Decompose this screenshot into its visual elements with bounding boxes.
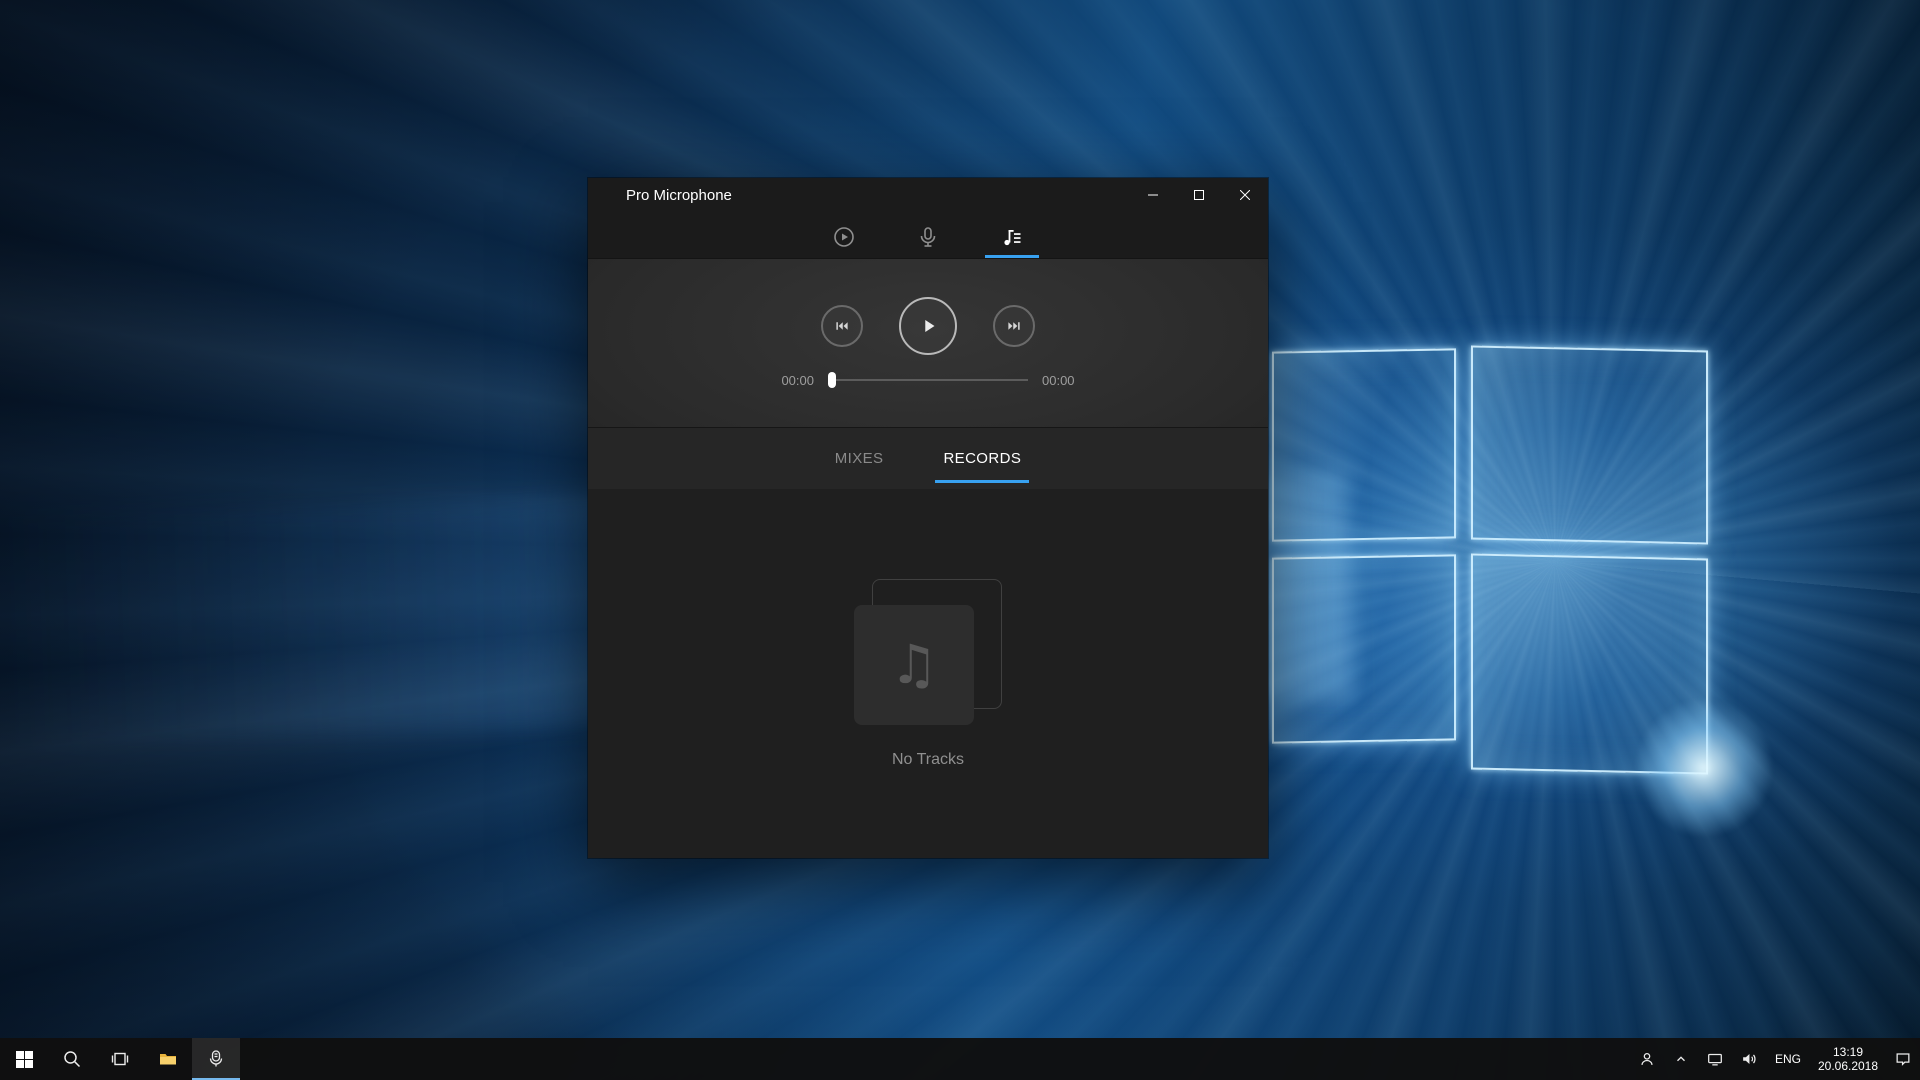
taskbar-left bbox=[0, 1038, 240, 1080]
close-icon bbox=[1240, 190, 1250, 200]
window-controls bbox=[1130, 178, 1268, 212]
pro-microphone-app-icon bbox=[206, 1049, 226, 1069]
show-hidden-icons-button[interactable] bbox=[1664, 1038, 1698, 1080]
music-list-icon bbox=[1000, 225, 1024, 249]
play-icon bbox=[915, 313, 941, 339]
tab-tracks[interactable] bbox=[984, 216, 1040, 258]
minimize-button[interactable] bbox=[1130, 178, 1176, 212]
titlebar[interactable]: Pro Microphone bbox=[588, 178, 1268, 212]
window-title: Pro Microphone bbox=[588, 187, 732, 204]
previous-track-button[interactable] bbox=[821, 305, 863, 347]
pro-microphone-window: Pro Microphone bbox=[588, 178, 1268, 858]
file-explorer-button[interactable] bbox=[144, 1038, 192, 1080]
network-button[interactable] bbox=[1698, 1038, 1732, 1080]
transport-controls bbox=[821, 297, 1035, 355]
start-button[interactable] bbox=[0, 1038, 48, 1080]
volume-button[interactable] bbox=[1732, 1038, 1766, 1080]
search-button[interactable] bbox=[48, 1038, 96, 1080]
progress-row: 00:00 00:00 bbox=[781, 371, 1074, 389]
app-nav bbox=[588, 212, 1268, 258]
remaining-time-label: 00:00 bbox=[1042, 373, 1075, 388]
chevron-up-icon bbox=[1674, 1052, 1688, 1066]
play-button[interactable] bbox=[899, 297, 957, 355]
people-button[interactable] bbox=[1630, 1038, 1664, 1080]
seek-thumb[interactable] bbox=[828, 372, 836, 388]
empty-state-art: ♫ bbox=[854, 579, 1002, 725]
language-indicator[interactable]: ENG bbox=[1766, 1038, 1810, 1080]
play-circle-icon bbox=[832, 225, 856, 249]
seek-slider[interactable] bbox=[828, 371, 1028, 389]
clock[interactable]: 13:19 20.06.2018 bbox=[1810, 1038, 1886, 1080]
records-content: ♫ No Tracks bbox=[588, 489, 1268, 858]
people-icon bbox=[1638, 1050, 1656, 1068]
next-track-button[interactable] bbox=[993, 305, 1035, 347]
tab-microphone[interactable] bbox=[900, 216, 956, 258]
task-view-button[interactable] bbox=[96, 1038, 144, 1080]
taskbar: ENG 13:19 20.06.2018 bbox=[0, 1038, 1920, 1080]
desktop: Pro Microphone bbox=[0, 0, 1920, 1080]
speaker-icon bbox=[1740, 1050, 1758, 1068]
next-track-icon bbox=[1005, 317, 1023, 335]
minimize-icon bbox=[1148, 190, 1158, 200]
action-center-button[interactable] bbox=[1886, 1038, 1920, 1080]
windows-start-icon bbox=[16, 1051, 33, 1068]
time-label: 13:19 bbox=[1833, 1045, 1863, 1059]
maximize-icon bbox=[1194, 190, 1204, 200]
player-panel: 00:00 00:00 bbox=[588, 258, 1268, 427]
network-icon bbox=[1706, 1050, 1724, 1068]
search-icon bbox=[62, 1049, 82, 1069]
tab-mixes[interactable]: MIXES bbox=[829, 428, 890, 489]
seek-track bbox=[828, 379, 1028, 381]
folder-icon bbox=[158, 1049, 178, 1069]
date-label: 20.06.2018 bbox=[1818, 1059, 1878, 1073]
maximize-button[interactable] bbox=[1176, 178, 1222, 212]
tab-player[interactable] bbox=[816, 216, 872, 258]
task-view-icon bbox=[110, 1049, 130, 1069]
elapsed-time-label: 00:00 bbox=[781, 373, 814, 388]
empty-state-label: No Tracks bbox=[892, 751, 964, 769]
microphone-icon bbox=[916, 225, 940, 249]
pro-microphone-taskbar-button[interactable] bbox=[192, 1038, 240, 1080]
previous-track-icon bbox=[833, 317, 851, 335]
list-tab-bar: MIXES RECORDS bbox=[588, 427, 1268, 489]
action-center-icon bbox=[1894, 1050, 1912, 1068]
tab-records[interactable]: RECORDS bbox=[937, 428, 1027, 489]
empty-note-tile: ♫ bbox=[854, 605, 974, 725]
close-button[interactable] bbox=[1222, 178, 1268, 212]
music-note-icon: ♫ bbox=[890, 633, 938, 696]
system-tray: ENG 13:19 20.06.2018 bbox=[1630, 1038, 1920, 1080]
